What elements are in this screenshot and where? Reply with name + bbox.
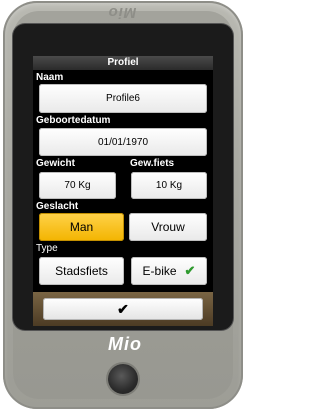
- name-field[interactable]: Profile6: [39, 84, 207, 113]
- bottom-bar: ✔: [33, 292, 213, 326]
- bike-weight-value: 10 Kg: [155, 180, 183, 191]
- birthdate-value: 01/01/1970: [97, 136, 149, 148]
- birthdate-label: Geboortedatum: [36, 115, 111, 126]
- gender-woman-button[interactable]: Vrouw: [129, 213, 207, 241]
- weight-field[interactable]: 70 Kg: [39, 172, 116, 199]
- type-ebike-button[interactable]: E-bike ✔: [131, 257, 207, 285]
- type-city-bike-label: Stadsfiets: [55, 264, 108, 278]
- weight-value: 70 Kg: [64, 180, 91, 191]
- screen-title: Profiel: [33, 56, 213, 70]
- top-logo: Mio: [107, 4, 137, 21]
- confirm-button[interactable]: ✔: [43, 298, 203, 320]
- gender-woman-label: Vrouw: [151, 220, 185, 234]
- brand-logo: Mio: [108, 334, 142, 354]
- birthdate-field[interactable]: 01/01/1970: [39, 128, 207, 156]
- type-ebike-label: E-bike: [142, 264, 177, 278]
- checkmark-icon: ✔: [117, 300, 129, 317]
- home-button[interactable]: [108, 364, 138, 394]
- weight-label: Gewicht: [36, 158, 75, 169]
- name-label: Naam: [36, 72, 64, 83]
- screen: Profiel Naam Profile6 Geboortedatum 01/0…: [33, 56, 213, 326]
- selected-check-icon: ✔: [184, 263, 196, 278]
- name-value: Profile6: [106, 93, 140, 104]
- gender-man-label: Man: [69, 220, 94, 234]
- gender-label: Geslacht: [36, 201, 79, 212]
- type-label: Type: [36, 243, 58, 254]
- bike-weight-label: Gew.fiets: [130, 158, 175, 169]
- bike-weight-field[interactable]: 10 Kg: [131, 172, 207, 199]
- gender-man-button[interactable]: Man: [39, 213, 124, 241]
- type-city-bike-button[interactable]: Stadsfiets: [39, 257, 124, 285]
